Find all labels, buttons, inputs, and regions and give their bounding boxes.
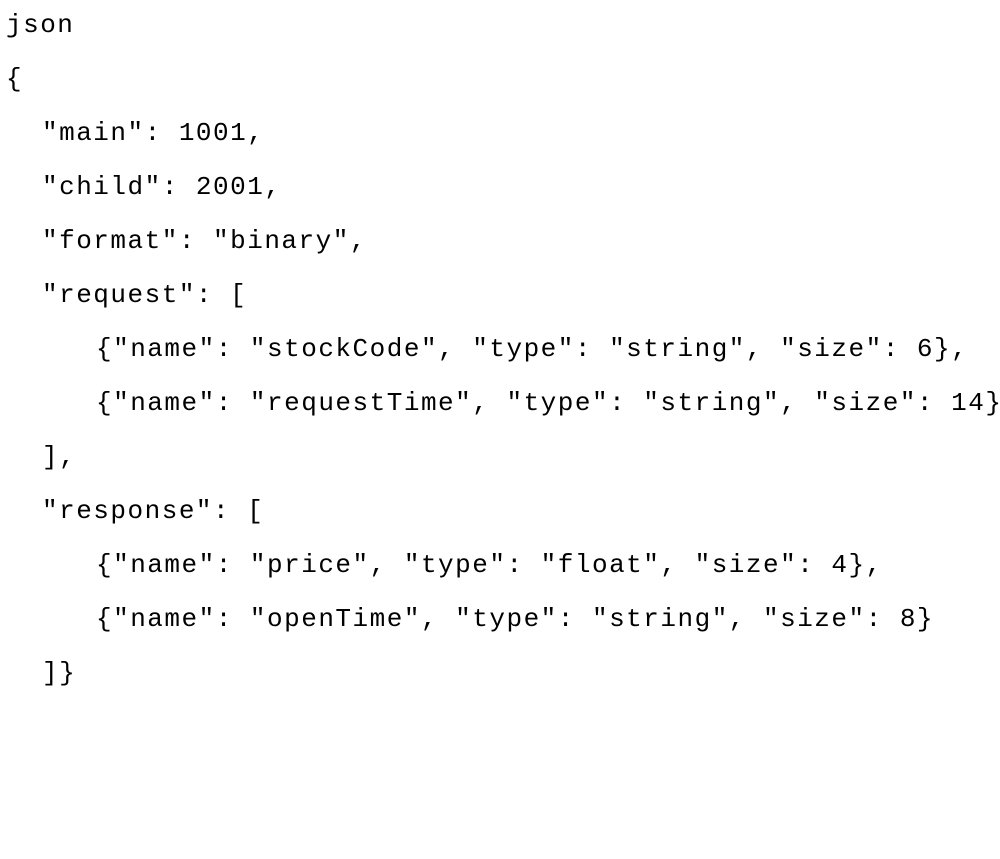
code-line-11: {"name": "price", "type": "float", "size…: [6, 552, 994, 578]
code-line-2: {: [6, 66, 994, 92]
code-line-12: {"name": "openTime", "type": "string", "…: [6, 606, 994, 632]
code-line-6: "request": [: [6, 282, 994, 308]
code-line-7: {"name": "stockCode", "type": "string", …: [6, 336, 994, 362]
code-line-13: ]}: [6, 660, 994, 686]
code-line-9: ],: [6, 444, 994, 470]
code-line-1: json: [6, 12, 994, 38]
code-line-4: "child": 2001,: [6, 174, 994, 200]
code-line-5: "format": "binary",: [6, 228, 994, 254]
code-line-3: "main": 1001,: [6, 120, 994, 146]
code-line-10: "response": [: [6, 498, 994, 524]
code-line-8: {"name": "requestTime", "type": "string"…: [6, 390, 994, 416]
